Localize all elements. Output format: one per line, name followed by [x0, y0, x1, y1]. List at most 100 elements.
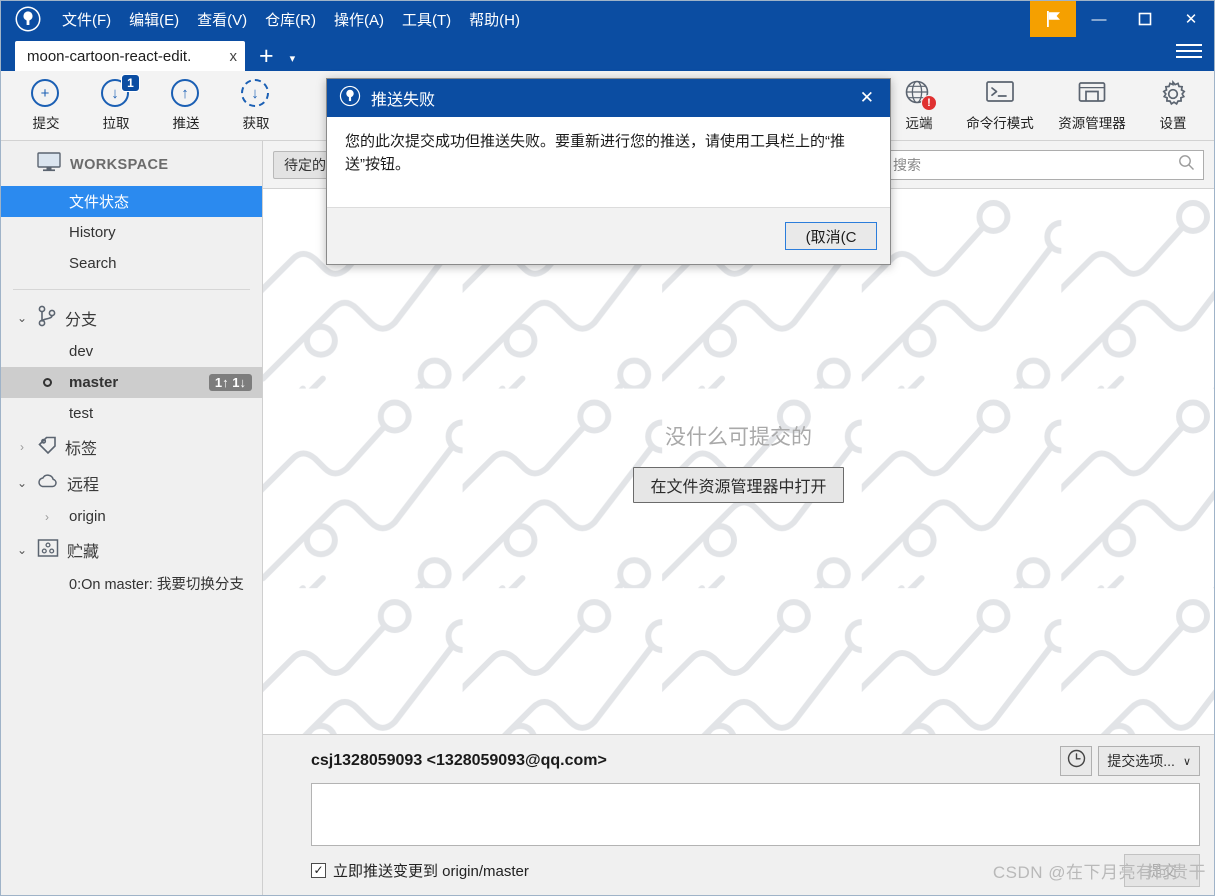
toolbar-push-button[interactable]: ↑ 推送	[151, 74, 221, 138]
tab-list-chevron-down-icon[interactable]: ▾	[290, 52, 296, 71]
toolbar-fetch-button[interactable]: ↓ 获取	[221, 74, 291, 138]
chevron-down-icon-commit-options: ∨	[1182, 755, 1191, 768]
sidebar-branch-master-label: master	[69, 374, 119, 391]
toolbar-settings-button[interactable]: 设置	[1138, 74, 1208, 138]
sidebar-group-branches[interactable]: ⌄ 分支	[1, 300, 262, 336]
cloud-icon	[36, 472, 60, 495]
commit-history-button[interactable]	[1060, 746, 1093, 776]
dialog-body-text: 您的此次提交成功但推送失败。要重新进行您的推送，请使用工具栏上的“推送”按钮。	[345, 133, 845, 173]
sidebar-workspace-label: WORKSPACE	[70, 156, 169, 173]
sidebar-item-file-status[interactable]: 文件状态	[1, 186, 262, 217]
commit-options-dropdown[interactable]: 提交选项... ∨	[1098, 746, 1200, 776]
sidebar-group-stash[interactable]: ⌄ 贮藏	[1, 532, 262, 568]
push-failed-dialog: 推送失败 ✕ 您的此次提交成功但推送失败。要重新进行您的推送，请使用工具栏上的“…	[326, 78, 891, 265]
folder-explorer-icon	[1077, 79, 1107, 109]
menu-item-tools[interactable]: 工具(T)	[393, 6, 460, 33]
pull-down-circle-icon: ↓ 1	[101, 74, 140, 109]
remote-row-origin-wrap: › origin	[1, 501, 262, 532]
toolbar-commit-button[interactable]: + 提交	[11, 74, 81, 138]
sidebar-remote-origin-label: origin	[69, 508, 106, 525]
pull-count-badge: 1	[121, 74, 140, 92]
sidebar-stash-entry[interactable]: 0:On master: 我要切换分支	[1, 568, 262, 599]
clock-icon	[1067, 749, 1086, 773]
search-box[interactable]	[884, 149, 1204, 180]
branch-row-master-wrap: master 1↑ 1↓	[1, 367, 262, 398]
window-controls: — ✕	[1030, 1, 1214, 37]
plus-circle-icon: +	[31, 79, 61, 109]
branch-row-dev-wrap: dev	[1, 336, 262, 367]
gear-icon	[1158, 79, 1188, 109]
menu-item-view[interactable]: 查看(V)	[188, 6, 256, 33]
commit-author: csj1328059093 <1328059093@qq.com>	[311, 752, 607, 769]
search-input[interactable]	[893, 156, 1178, 173]
menu-item-repository[interactable]: 仓库(R)	[256, 6, 325, 33]
dialog-title: 推送失败	[371, 92, 436, 109]
app-logo-icon-dialog	[339, 85, 361, 112]
menu-item-edit[interactable]: 编辑(E)	[120, 6, 188, 33]
sidebar-branch-dev[interactable]: dev	[1, 336, 262, 367]
menu-bar: 文件(F) 编辑(E) 查看(V) 仓库(R) 操作(A) 工具(T) 帮助(H…	[1, 1, 529, 37]
toolbar-commit-label: 提交	[32, 116, 60, 131]
commit-panel: csj1328059093 <1328059093@qq.com> 提交选项..…	[263, 734, 1214, 895]
commit-actions: 提交选项... ∨	[1060, 746, 1200, 776]
commit-button[interactable]: 提交	[1123, 853, 1200, 887]
terminal-icon	[985, 79, 1015, 109]
sidebar-divider	[13, 289, 250, 290]
branch-row-test-wrap: test	[1, 398, 262, 429]
sidebar-remote-origin[interactable]: › origin	[1, 501, 262, 532]
chevron-down-icon[interactable]: ⌄	[15, 311, 29, 325]
sidebar-workspace-header[interactable]: WORKSPACE	[1, 141, 262, 186]
toolbar-terminal-button[interactable]: 命令行模式	[954, 74, 1046, 138]
open-in-explorer-button[interactable]: 在文件资源管理器中打开	[633, 466, 844, 503]
toolbar-pull-button[interactable]: ↓ 1 拉取	[81, 74, 151, 138]
chevron-right-icon-origin[interactable]: ›	[45, 510, 49, 524]
sidebar-group-remotes[interactable]: ⌄ 远程	[1, 465, 262, 501]
dialog-close-icon[interactable]: ✕	[854, 88, 880, 108]
maximize-button[interactable]	[1122, 1, 1168, 37]
monitor-icon	[37, 152, 61, 177]
toolbar-left-group: + 提交 ↓ 1 拉取 ↑ 推送 ↓ 获取	[11, 74, 291, 138]
sidebar-item-search[interactable]: Search	[1, 248, 262, 279]
chevron-down-icon-remotes[interactable]: ⌄	[15, 476, 29, 490]
new-tab-button[interactable]: +	[259, 44, 274, 71]
sidebar-branch-master[interactable]: master 1↑ 1↓	[1, 367, 262, 398]
toolbar-explorer-button[interactable]: 资源管理器	[1046, 74, 1138, 138]
menu-item-file[interactable]: 文件(F)	[53, 6, 120, 33]
tab-strip: moon-cartoon-react-edit. x + ▾	[1, 37, 1214, 71]
chevron-right-icon[interactable]: ›	[15, 440, 29, 454]
app-logo-icon	[11, 2, 45, 36]
sidebar-group-tags[interactable]: › 标签	[1, 429, 262, 465]
empty-state-message: 没什么可提交的	[665, 425, 812, 449]
toolbar-fetch-label: 获取	[242, 116, 270, 131]
commit-options-label: 提交选项...	[1107, 753, 1175, 769]
sidebar-group-stash-label: 贮藏	[67, 544, 100, 561]
menu-item-actions[interactable]: 操作(A)	[325, 6, 393, 33]
sidebar: WORKSPACE 文件状态 History Search ⌄ 分支 dev m…	[1, 141, 263, 895]
commit-message-box[interactable]	[311, 783, 1200, 846]
commit-message-input[interactable]	[312, 784, 1199, 845]
toolbar-remote-button[interactable]: ! 远端	[884, 74, 954, 138]
minimize-button[interactable]: —	[1076, 1, 1122, 37]
close-button[interactable]: ✕	[1168, 1, 1214, 37]
flag-icon[interactable]	[1030, 1, 1076, 37]
toolbar-remote-label: 远端	[905, 116, 933, 131]
chevron-down-icon-stash[interactable]: ⌄	[15, 543, 29, 557]
push-changes-checkbox[interactable]: ✓	[311, 862, 326, 878]
file-status-canvas: 没什么可提交的 在文件资源管理器中打开	[263, 189, 1214, 734]
tab-close-icon[interactable]: x	[224, 48, 238, 65]
branch-icon	[36, 304, 58, 333]
push-changes-label: 立即推送变更到 origin/master	[333, 862, 529, 880]
search-icon[interactable]	[1178, 154, 1195, 176]
menu-item-help[interactable]: 帮助(H)	[460, 6, 529, 33]
dialog-cancel-button[interactable]: (取消(C	[785, 222, 877, 250]
sidebar-branch-test[interactable]: test	[1, 398, 262, 429]
toolbar-settings-label: 设置	[1159, 116, 1187, 131]
fetch-dashed-circle-icon: ↓	[241, 79, 271, 109]
sidebar-item-history[interactable]: History	[1, 217, 262, 248]
tab-moon-cartoon-react-edit[interactable]: moon-cartoon-react-edit. x	[15, 41, 245, 71]
tag-icon	[36, 434, 58, 461]
toolbar-terminal-label: 命令行模式	[966, 116, 1034, 131]
current-branch-dot-icon	[43, 378, 52, 387]
toolbar-right-group: ! 远端 命令行模式 资源管理器 设置	[884, 74, 1208, 138]
toolbar-pull-label: 拉取	[102, 116, 130, 131]
